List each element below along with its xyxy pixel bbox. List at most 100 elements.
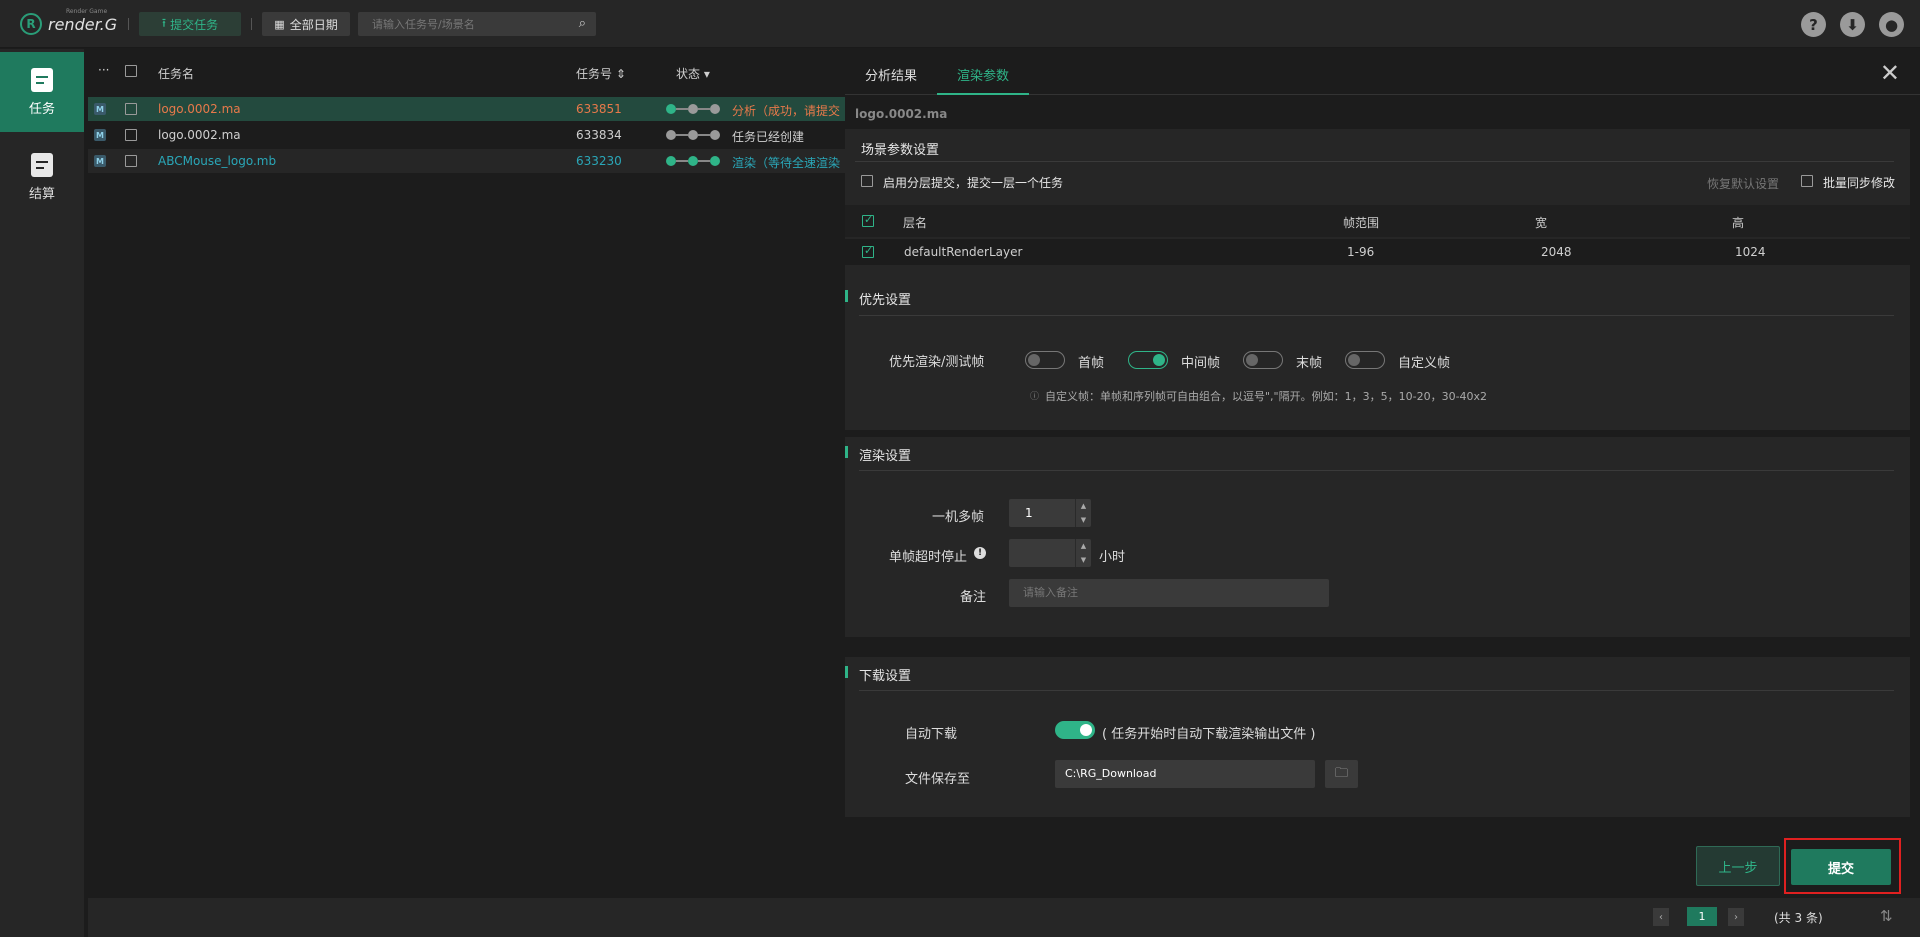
close-icon[interactable]: ✕ (1880, 59, 1900, 87)
save-path-label: 文件保存至 (905, 772, 971, 787)
search-icon[interactable]: ⌕ (579, 16, 586, 31)
stepper-arrows-icon[interactable]: ▲ ▼ (1075, 499, 1091, 527)
restore-default-link[interactable]: 恢复默认设置 (1707, 175, 1779, 192)
page-number[interactable]: 1 (1687, 907, 1717, 926)
auto-download-toggle[interactable] (1055, 721, 1095, 739)
priority-settings-section: 优先设置 优先渲染/测试帧 首帧 中间帧 末帧 自定义帧 ⓘ 自定义帧：单帧和序… (845, 282, 1910, 430)
layer-row[interactable]: defaultRenderLayer 1-96 2048 1024 (845, 239, 1910, 265)
toggle-middle-frame[interactable] (1128, 351, 1168, 369)
file-title: logo.0002.ma (855, 107, 948, 121)
toggle-label: 自定义帧 (1398, 356, 1451, 371)
column-header-status[interactable]: 状态 ▾ (676, 65, 710, 82)
save-path-input[interactable]: C:\RG_Download (1055, 760, 1315, 788)
toggle-label: 中间帧 (1181, 356, 1221, 371)
divider (859, 315, 1894, 316)
batch-modify-label: 批量同步修改 (1823, 176, 1896, 190)
column-header-width: 宽 (1535, 216, 1548, 230)
layered-submit-label: 启用分层提交，提交一层一个任务 (883, 176, 1064, 190)
step-icon (710, 104, 720, 114)
search-box: ⌕ (358, 12, 596, 36)
tab-analysis-result[interactable]: 分析结果 (865, 65, 917, 84)
note-input[interactable]: 请输入备注 (1009, 579, 1329, 607)
prev-page-icon[interactable]: ‹ (1653, 908, 1669, 926)
step-done-icon (688, 156, 698, 166)
submit-task-label: 提交任务 (170, 17, 219, 32)
help-icon[interactable]: ? (1801, 12, 1826, 37)
next-page-icon[interactable]: › (1728, 908, 1744, 926)
column-header-layer: 层名 (903, 216, 928, 230)
section-accent (845, 666, 848, 678)
task-name[interactable]: ABCMouse_logo.mb (158, 154, 276, 168)
maya-file-icon: M (94, 103, 106, 115)
sort-toggle-icon[interactable]: ⇅ (1880, 907, 1893, 925)
step-current-icon (710, 156, 720, 166)
divider (859, 690, 1894, 691)
toggle-label: 末帧 (1296, 356, 1323, 371)
submit-task-button[interactable]: ⭱ 提交任务 (139, 12, 241, 36)
panel-tabs: 分析结果 渲染参数 ✕ (845, 49, 1920, 95)
app-logo[interactable]: R Render Game render.G (20, 8, 117, 38)
sidebar-item-tasks[interactable]: 任务 (0, 52, 84, 132)
table-row[interactable]: M ABCMouse_logo.mb 633230 渲染（等待全速渲染 (88, 149, 848, 173)
folder-icon[interactable]: 🗀 (1325, 760, 1358, 788)
task-name[interactable]: logo.0002.ma (158, 128, 241, 142)
timeout-stepper[interactable]: ▲ ▼ (1009, 539, 1091, 567)
section-accent (845, 290, 848, 302)
column-header-height: 高 (1732, 216, 1745, 230)
date-filter-label: 全部日期 (289, 17, 338, 32)
download-icon[interactable]: ⬇ (1840, 12, 1865, 37)
toggle-last-frame[interactable] (1243, 351, 1283, 369)
task-status: 任务已经创建 (732, 130, 805, 144)
step-done-icon (666, 156, 676, 166)
task-table: ··· 任务名 任务号 ⇕ 状态 ▾ M logo.0002.ma 633851… (88, 49, 848, 899)
layer-checkbox[interactable] (862, 244, 874, 261)
calendar-icon: ▦ (274, 17, 285, 31)
sidebar: 任务 结算 (0, 49, 84, 937)
more-columns-button[interactable]: ··· (98, 63, 109, 77)
active-tab-indicator (937, 93, 1029, 95)
timeout-unit: 小时 (1099, 550, 1126, 565)
multi-frame-stepper[interactable]: 1 ▲ ▼ (1009, 499, 1091, 527)
upload-icon: ⭱ (161, 15, 167, 30)
user-avatar-icon[interactable]: ● (1879, 12, 1904, 37)
row-checkbox[interactable] (125, 103, 137, 118)
info-icon[interactable]: ! (974, 547, 986, 559)
previous-step-button[interactable]: 上一步 (1696, 846, 1780, 886)
total-count: (共 3 条) (1774, 911, 1823, 925)
tab-render-params[interactable]: 渲染参数 (957, 65, 1009, 84)
maya-file-icon: M (94, 129, 106, 141)
priority-label: 优先渲染/测试帧 (889, 355, 985, 370)
date-filter-button[interactable]: ▦ 全部日期 (262, 12, 350, 36)
layer-name: defaultRenderLayer (904, 245, 1023, 259)
row-checkbox[interactable] (125, 129, 137, 144)
select-all-checkbox[interactable] (125, 65, 137, 80)
search-input[interactable] (358, 12, 568, 36)
clipboard-icon (31, 67, 53, 92)
info-icon: ⓘ (1030, 392, 1040, 402)
highlight-box (1784, 838, 1901, 894)
batch-modify-checkbox[interactable] (1801, 175, 1813, 190)
auto-download-label: 自动下载 (905, 727, 958, 742)
sidebar-item-label: 结算 (28, 186, 55, 202)
layered-submit-checkbox[interactable] (861, 175, 873, 190)
sidebar-item-label: 任务 (28, 101, 55, 117)
toggle-first-frame[interactable] (1025, 351, 1065, 369)
row-checkbox[interactable] (125, 155, 137, 170)
task-name[interactable]: logo.0002.ma (158, 102, 241, 116)
custom-frame-hint: 自定义帧：单帧和序列帧可自由组合，以逗号","隔开。例如：1，3，5，10-20… (1045, 390, 1488, 403)
column-header-id[interactable]: 任务号 ⇕ (576, 65, 626, 82)
layer-width: 2048 (1541, 245, 1572, 259)
sidebar-item-billing[interactable]: 结算 (0, 137, 84, 217)
top-bar: R Render Game render.G ⭱ 提交任务 ▦ 全部日期 ⌕ ?… (0, 0, 1920, 48)
logo-subtitle: Render Game (66, 8, 108, 15)
section-title: 渲染设置 (859, 449, 912, 464)
step-icon (666, 130, 676, 140)
column-header-frames: 帧范围 (1343, 216, 1380, 230)
stepper-arrows-icon[interactable]: ▲ ▼ (1075, 539, 1091, 567)
toggle-custom-frame[interactable] (1345, 351, 1385, 369)
task-status: 渲染（等待全速渲染 (732, 156, 841, 170)
layer-select-all-checkbox[interactable] (862, 213, 874, 230)
table-row[interactable]: M logo.0002.ma 633834 任务已经创建 (88, 123, 848, 147)
table-row[interactable]: M logo.0002.ma 633851 分析（成功，请提交 (88, 97, 848, 121)
section-title: 下载设置 (859, 669, 912, 684)
